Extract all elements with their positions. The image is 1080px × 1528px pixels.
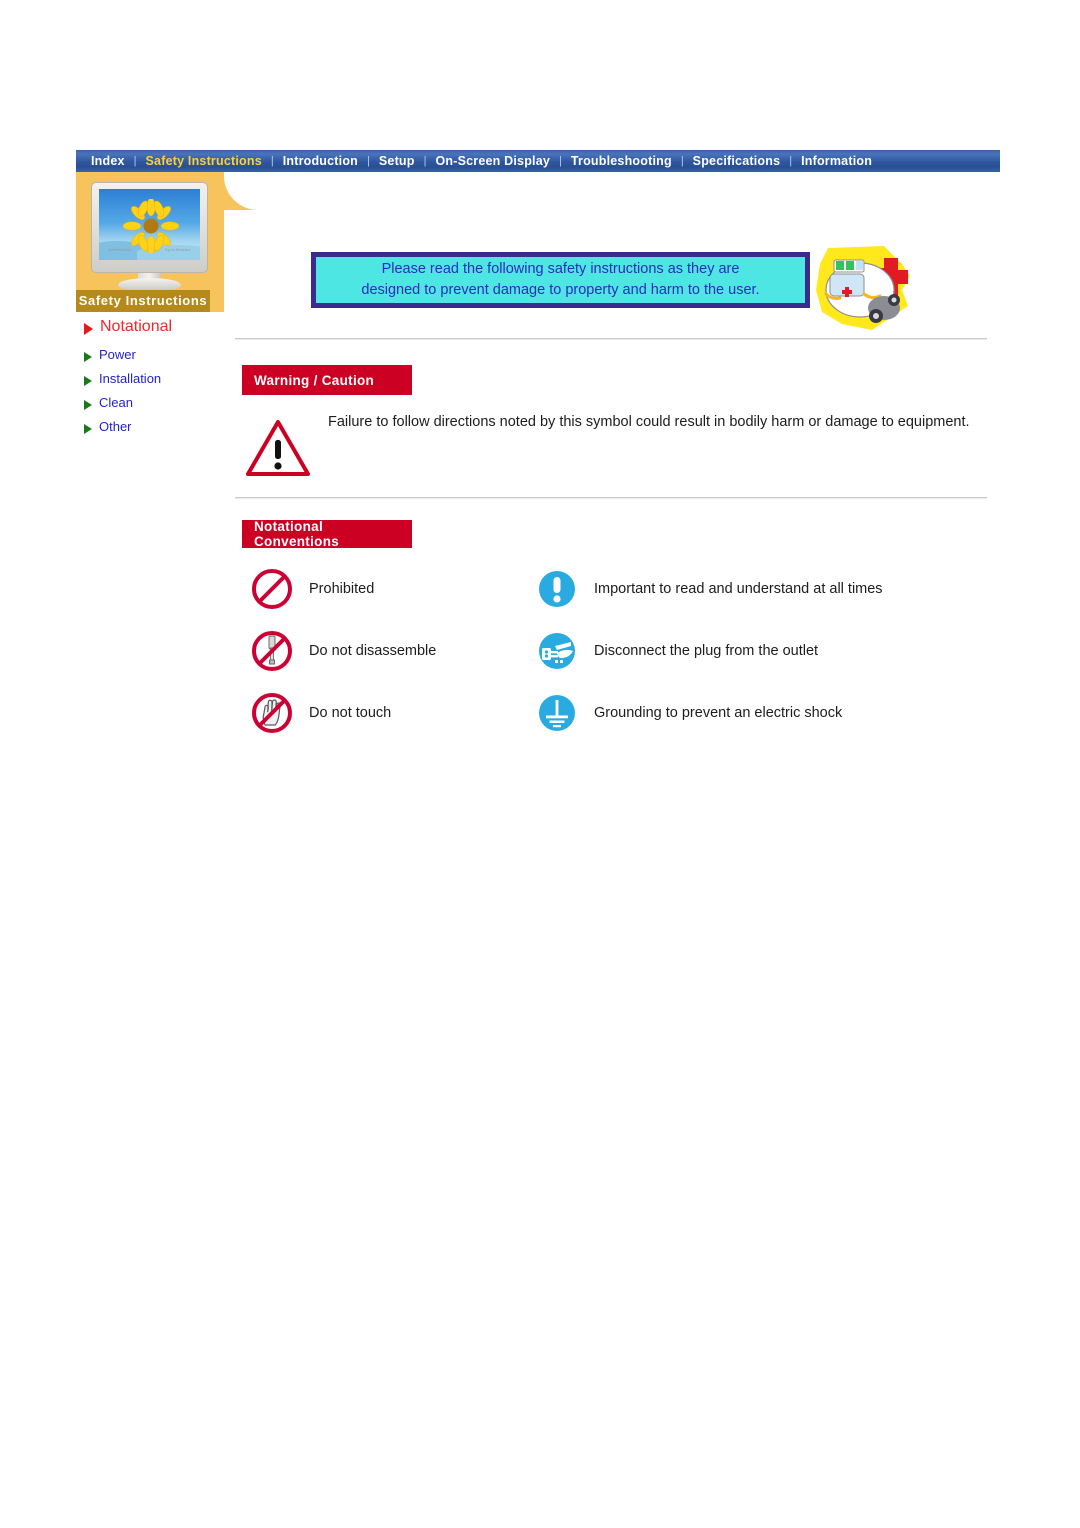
- sidebar-item-label: Other: [99, 419, 132, 434]
- monitor-bezel: SAMSUNG SyncMaster: [91, 182, 208, 273]
- sidebar-corner-notch: [224, 172, 258, 312]
- convention-label: Do not touch: [309, 705, 392, 721]
- safety-banner-inner: Please read the following safety instruc…: [316, 257, 805, 303]
- nav-item-on-screen-display[interactable]: On-Screen Display: [426, 150, 559, 172]
- sidebar-item-notational[interactable]: Notational: [84, 318, 234, 340]
- convention-item: Important to read and understand at all …: [535, 567, 990, 611]
- monitor-screen: SAMSUNG SyncMaster: [99, 189, 200, 260]
- nav-item-safety-instructions[interactable]: Safety Instructions: [137, 150, 271, 172]
- sidebar-navigation: Notational Power Installation Clean Othe…: [84, 318, 234, 443]
- sidebar-item-label: Clean: [99, 395, 133, 410]
- nav-item-troubleshooting[interactable]: Troubleshooting: [562, 150, 681, 172]
- convention-label: Important to read and understand at all …: [594, 581, 883, 597]
- section-divider: [235, 497, 987, 499]
- nav-item-index[interactable]: Index: [82, 150, 134, 172]
- arrow-right-icon: [84, 323, 93, 335]
- monitor-brand-right: SyncMaster: [164, 247, 191, 252]
- sidebar-item-power[interactable]: Power: [84, 347, 234, 365]
- warning-row: Failure to follow directions noted by th…: [245, 412, 985, 478]
- safety-banner: Please read the following safety instruc…: [311, 252, 810, 308]
- sidebar-item-clean[interactable]: Clean: [84, 395, 234, 413]
- sidebar-section-title: Safety Instructions: [76, 290, 210, 312]
- arrow-right-icon: [84, 376, 92, 386]
- do-not-disassemble-icon: [252, 631, 292, 671]
- ambulance-icon: [816, 246, 910, 330]
- convention-item: Do not disassemble: [250, 629, 535, 673]
- arrow-right-icon: [84, 424, 92, 434]
- main-navigation-bar: Index | Safety Instructions | Introducti…: [76, 150, 1000, 172]
- convention-label: Disconnect the plug from the outlet: [594, 643, 819, 659]
- sidebar-item-installation[interactable]: Installation: [84, 371, 234, 389]
- grounding-icon: [539, 695, 575, 731]
- conventions-row: Do not touch Grounding to prevent an ele…: [250, 682, 990, 744]
- sidebar-item-label: Installation: [99, 371, 162, 386]
- convention-label: Grounding to prevent an electric shock: [594, 705, 843, 721]
- sidebar-item-other[interactable]: Other: [84, 419, 234, 437]
- nav-item-specifications[interactable]: Specifications: [684, 150, 790, 172]
- conventions-row: Do not disassemble Disconnect the plug f…: [250, 620, 990, 682]
- nav-item-information[interactable]: Information: [792, 150, 881, 172]
- nav-item-introduction[interactable]: Introduction: [274, 150, 367, 172]
- monitor-brand-left: SAMSUNG: [108, 247, 132, 252]
- convention-item: Do not touch: [250, 691, 535, 735]
- banner-line-1: Please read the following safety instruc…: [381, 261, 740, 277]
- conventions-row: Prohibited Important to read and underst…: [250, 558, 990, 620]
- warning-section-tag: Warning / Caution: [242, 365, 412, 395]
- convention-label: Do not disassemble: [309, 643, 437, 659]
- section-divider: [235, 338, 987, 340]
- disconnect-plug-icon: [539, 633, 575, 669]
- sidebar-item-label: Power: [99, 347, 136, 362]
- banner-line-2: designed to prevent damage to property a…: [361, 282, 760, 298]
- arrow-right-icon: [84, 352, 92, 362]
- convention-item: Grounding to prevent an electric shock: [535, 691, 990, 735]
- convention-item: Disconnect the plug from the outlet: [535, 629, 990, 673]
- do-not-touch-icon: [252, 693, 292, 733]
- notational-section-tag: Notational Conventions: [242, 519, 412, 549]
- important-icon: [539, 571, 575, 607]
- convention-label: Prohibited: [309, 581, 375, 597]
- arrow-right-icon: [84, 400, 92, 410]
- notational-conventions-grid: Prohibited Important to read and underst…: [250, 558, 990, 744]
- convention-item: Prohibited: [250, 567, 535, 611]
- monitor-illustration: SAMSUNG SyncMaster: [91, 182, 208, 292]
- warning-triangle-icon: [246, 420, 310, 476]
- prohibited-icon: [252, 569, 292, 609]
- warning-text: Failure to follow directions noted by th…: [328, 414, 970, 430]
- nav-item-setup[interactable]: Setup: [370, 150, 424, 172]
- sunflower-icon: [123, 199, 179, 253]
- sidebar-item-label: Notational: [100, 318, 173, 335]
